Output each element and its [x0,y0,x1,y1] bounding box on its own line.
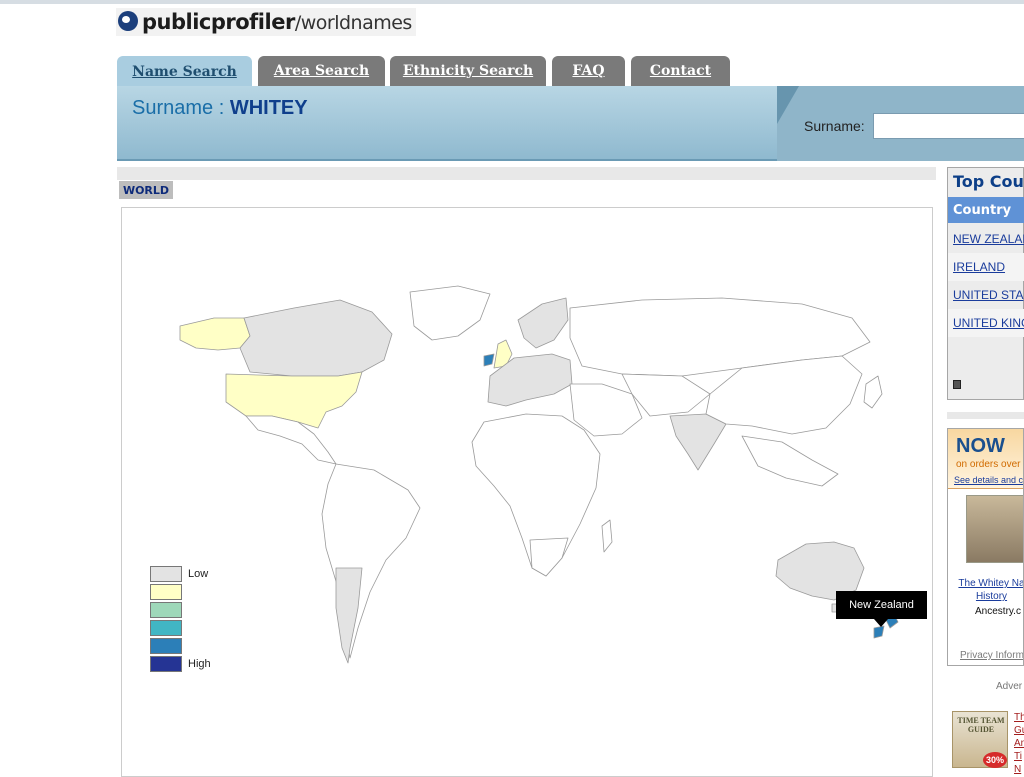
book-link-1[interactable]: Gu [1014,725,1024,736]
tab-faq[interactable]: FAQ [552,56,625,86]
country-column-header: Country [948,197,1024,223]
region-greenland[interactable] [409,285,491,341]
logo-text: publicprofiler/worldnames [142,10,412,34]
legend-swatch-1 [150,584,182,600]
book-title: TIME TEAM GUIDE [957,716,1005,734]
region-madagascar[interactable] [601,519,613,553]
panel-separator [947,412,1024,419]
book-ad-links[interactable]: Th Gu An Ti N [1014,711,1024,776]
region-south-africa[interactable] [529,537,569,577]
legend-label-low: Low [188,568,209,580]
country-link-0[interactable]: NEW ZEALAN [948,225,1024,253]
surname-search-label: Surname: [804,118,865,134]
legend-swatch-5 [150,656,182,672]
legend-swatch-3 [150,620,182,636]
search-header-bar: Surname : WHITEY Surname: [117,86,1024,161]
top-countries-panel: Top Cou Country NEW ZEALAN IRELAND UNITE… [947,167,1024,400]
ad-product-link-line2: History [975,591,1008,602]
map-tooltip: New Zealand [836,591,927,627]
ad-source: Ancestry.c [975,606,1021,617]
ad-product-link[interactable]: The Whitey Na History [948,577,1024,603]
region-scandinavia[interactable] [517,297,569,349]
discount-badge: 30% [983,752,1007,768]
advert-label: Adver [996,681,1023,692]
ad-headline: NOW [956,435,1005,457]
country-link-2[interactable]: UNITED STA [948,281,1024,309]
legend-swatch-2 [150,602,182,618]
ad-box: NOW on orders over See details and c The… [947,428,1024,666]
tab-ethnicity-search[interactable]: Ethnicity Search [390,56,546,86]
tab-contact[interactable]: Contact [631,56,730,86]
country-link-3[interactable]: UNITED KING [948,309,1024,337]
logo-section: /worldnames [294,12,413,34]
region-south-america[interactable] [321,463,421,659]
print-icon[interactable] [953,380,961,389]
legend-swatch-0 [150,566,182,582]
title-prefix: Surname : [132,97,230,119]
tab-name-search[interactable]: Name Search [117,56,252,87]
country-link-1[interactable]: IRELAND [948,253,1024,281]
logo-brand: publicprofiler [142,10,295,34]
surname-value: WHITEY [229,97,308,119]
top-countries-title: Top Cou [953,172,1024,191]
world-map-frame: Low High New Zealand [121,207,933,777]
ad-product-link-line1: The Whitey Na [958,578,1024,589]
panel-divider [777,86,799,124]
surname-search-input[interactable] [873,113,1024,139]
world-map[interactable] [122,208,932,776]
region-india[interactable] [669,413,727,471]
region-alaska[interactable] [179,317,251,351]
site-logo[interactable]: publicprofiler/worldnames [116,8,416,36]
book-link-0[interactable]: Th [1014,712,1024,723]
ad-subline: on orders over [956,459,1021,470]
region-tag: WORLD [119,181,173,199]
ad-product-image[interactable] [966,495,1023,563]
region-southeast-asia[interactable] [741,435,839,487]
region-usa[interactable] [225,371,363,429]
page-title: Surname : WHITEY [132,97,308,120]
ad-banner[interactable]: NOW on orders over See details and c [948,429,1023,489]
tab-area-search[interactable]: Area Search [258,56,385,86]
region-central-america[interactable] [245,415,337,465]
top-band [0,0,1024,4]
ad-privacy-link[interactable]: Privacy Inform [960,650,1023,661]
region-ireland[interactable] [483,353,495,367]
book-ad-image[interactable]: TIME TEAM GUIDE 30% [952,711,1008,768]
content-strip [117,167,936,180]
book-link-4[interactable]: N [1014,764,1021,775]
book-link-2[interactable]: An [1014,738,1024,749]
region-japan[interactable] [863,375,883,409]
region-canada[interactable] [239,299,393,377]
book-link-3[interactable]: Ti [1014,751,1022,762]
legend-label-high: High [188,658,211,670]
logo-mark-icon [118,11,138,31]
legend-swatch-4 [150,638,182,654]
ad-details-link[interactable]: See details and c [954,475,1023,485]
